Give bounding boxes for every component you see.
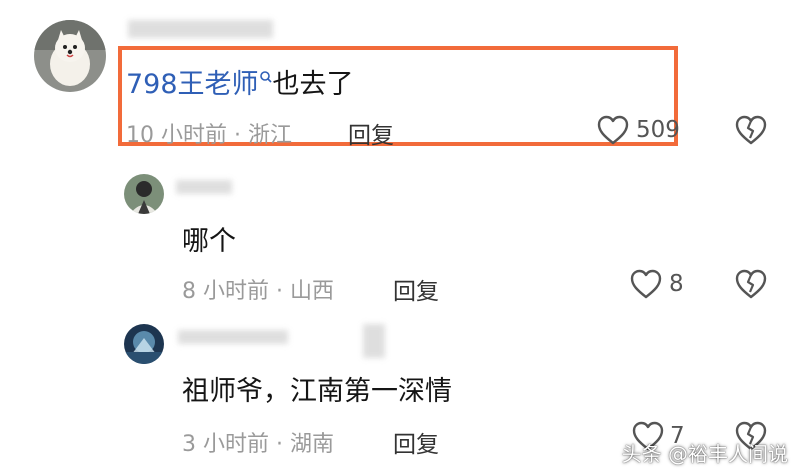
comment-2-meta: 8 小时前 · 山西 (182, 273, 334, 305)
comment-3-content: 祖师爷，江南第一深情 (182, 376, 452, 407)
comment-2-avatar[interactable] (124, 174, 164, 214)
comment-2-content: 哪个 (182, 226, 236, 257)
comment-1-like-count: 509 (636, 117, 680, 143)
comment-1-mention[interactable]: 798王老师 (126, 69, 259, 100)
watermark: 头条 @裕丰人间说 (621, 442, 788, 466)
comment-3-avatar[interactable] (124, 324, 164, 364)
comment-2-like-button[interactable] (629, 268, 663, 300)
comment-1-time: 10 小时前 (126, 123, 227, 148)
comment-2-username-redacted (176, 180, 232, 194)
comment-3-meta: 3 小时前 · 湖南 (182, 426, 334, 458)
comment-3-reply-button[interactable]: 回复 (393, 425, 439, 459)
meta-separator: · (234, 123, 241, 148)
comment-3-time: 3 小时前 (182, 432, 269, 457)
comment-1-text: 也去了 (272, 69, 354, 100)
comment-3-username-redacted-2 (363, 324, 385, 358)
comment-2-like-count: 8 (669, 271, 684, 297)
comment-1-reply-button[interactable]: 回复 (348, 116, 394, 150)
mention-search-icon (259, 62, 273, 93)
broken-heart-icon (735, 269, 767, 299)
comment-1-avatar[interactable] (34, 20, 106, 92)
comment-1-dislike-button[interactable] (734, 114, 768, 146)
comment-2-dislike-button[interactable] (734, 268, 768, 300)
heart-outline-icon (597, 115, 629, 145)
comment-2-reply-button[interactable]: 回复 (393, 272, 439, 306)
heart-outline-icon (630, 269, 662, 299)
comment-1-content: 798王老师 也去了 (126, 62, 354, 101)
comment-1-like-button[interactable] (596, 114, 630, 146)
comment-1-location: 浙江 (248, 123, 293, 148)
comment-1-username-redacted (128, 20, 273, 38)
meta-separator: · (276, 432, 283, 457)
comment-2-location: 山西 (290, 279, 335, 304)
broken-heart-icon (735, 115, 767, 145)
comment-3-username-redacted (178, 330, 288, 344)
meta-separator: · (276, 279, 283, 304)
comment-3-location: 湖南 (290, 432, 335, 457)
comment-1-meta: 10 小时前 · 浙江 (126, 117, 292, 149)
comment-2-time: 8 小时前 (182, 279, 269, 304)
